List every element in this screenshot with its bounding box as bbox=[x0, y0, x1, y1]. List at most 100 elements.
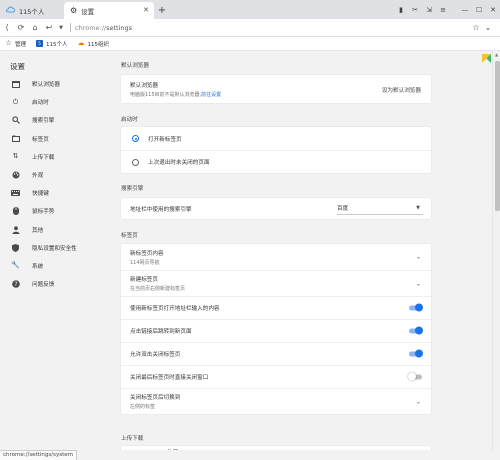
sidebar-item-label: 系统 bbox=[32, 263, 44, 270]
sidebar-item-label: 标签页 bbox=[32, 136, 49, 143]
tab-label: 设置 bbox=[81, 7, 95, 16]
close-window-button[interactable]: ✕ bbox=[486, 6, 500, 14]
default-browser-row: 默认浏览器 电脑版115目前不是默认浏览器,前往设置 设为默认浏览器 bbox=[121, 75, 431, 103]
startup-option-restore[interactable]: 上次退出时未关闭的页面 bbox=[121, 150, 431, 173]
bookmark-115-org[interactable]: ☁ 115组织 bbox=[78, 40, 110, 48]
back-icon[interactable]: ⟨ bbox=[0, 23, 14, 32]
section-title-tabs: 标签页 bbox=[121, 233, 138, 239]
sidebar-item-label: 其他 bbox=[32, 227, 44, 234]
sidebar-item-label: 隐私设置和安全性 bbox=[32, 245, 77, 252]
sidebar-item-mouse-gestures[interactable]: 鼠标手势 bbox=[0, 202, 112, 220]
transfer-icon: ⇅ bbox=[12, 152, 19, 161]
close-icon[interactable]: ✕ bbox=[143, 6, 149, 14]
sidebar-item-label: 外观 bbox=[32, 173, 44, 180]
row-title: 关闭最后标签页时直接关闭窗口 bbox=[130, 375, 209, 381]
address-bar: ⟨ ⟳ ⌂ ↩ ▼ chrome://settings ☆ ⌄ bbox=[0, 19, 500, 37]
link-new-page-row: 点击链接后跳转到新页面 bbox=[121, 319, 431, 342]
chevron-down-icon[interactable]: ⌄ bbox=[416, 398, 421, 405]
section-title-downloads: 上传下载 bbox=[121, 436, 144, 442]
chevron-down-icon[interactable]: ⌄ bbox=[482, 23, 494, 32]
sidebar-item-other[interactable]: 其他 bbox=[0, 221, 112, 239]
sidebar-item-label: 启动时 bbox=[32, 100, 49, 107]
sidebar-item-label: 快捷键 bbox=[32, 191, 49, 198]
tab-settings[interactable]: ⚙ 设置 ✕ bbox=[64, 2, 154, 19]
cut-icon[interactable]: ✂ bbox=[408, 6, 422, 14]
search-engine-select[interactable]: 百度 ▼ bbox=[337, 203, 423, 215]
row-subtitle: 在当前页右侧新建标签页 bbox=[130, 286, 186, 292]
default-browser-card: 默认浏览器 电脑版115目前不是默认浏览器,前往设置 设为默认浏览器 bbox=[121, 75, 431, 103]
minimize-button[interactable]: — bbox=[458, 6, 472, 14]
svg-text:?: ? bbox=[14, 281, 17, 288]
bookmark-manage[interactable]: ☆ 管理 bbox=[5, 40, 26, 48]
sidebar-item-label: 搜索引擎 bbox=[32, 118, 55, 125]
row-title: 默认浏览器 bbox=[130, 82, 158, 89]
tabs-card: 新标签页内容 114网页导航 ⌄ 新建标签页 在当前页右侧新建标签页 ⌄ 使用新… bbox=[121, 244, 431, 414]
sidebar-item-shortcuts[interactable]: 快捷键 bbox=[0, 184, 112, 202]
gear-icon: ⚙ bbox=[70, 5, 78, 15]
toggle-switch-off[interactable] bbox=[408, 372, 422, 381]
sidebar-item-search-engine[interactable]: 搜索引擎 bbox=[0, 111, 112, 129]
row-title: 点击链接后跳转到新页面 bbox=[130, 329, 192, 335]
bookmark-115-personal[interactable]: 5 115个人 bbox=[36, 40, 68, 48]
power-icon: ⏻ bbox=[12, 97, 19, 106]
go-settings-link[interactable]: 前往设置 bbox=[201, 92, 221, 98]
radio-unselected[interactable] bbox=[132, 158, 139, 166]
cloud-icon: ☁ bbox=[77, 39, 85, 47]
page-scrollbar[interactable]: ▲ ▼ bbox=[492, 51, 500, 460]
toggle-switch-on[interactable] bbox=[409, 349, 423, 358]
startup-option-new-tab[interactable]: 打开新标签页 bbox=[121, 127, 431, 150]
sidebar-item-downloads[interactable]: ⇅ 上传下载 bbox=[0, 148, 112, 166]
sidebar-item-label: 问题反馈 bbox=[32, 282, 55, 289]
person-icon bbox=[11, 225, 20, 234]
maximize-button[interactable]: ☐ bbox=[472, 6, 486, 14]
row-subtitle: 电脑版115目前不是默认浏览器,前往设置 bbox=[130, 91, 222, 98]
status-url: chrome://settings/system bbox=[0, 450, 77, 460]
radio-selected[interactable] bbox=[132, 135, 139, 142]
bookmark-star-icon[interactable]: ☆ bbox=[470, 23, 482, 32]
url-field[interactable]: chrome://settings bbox=[75, 24, 470, 32]
sidebar-item-startup[interactable]: ⏻ 启动时 bbox=[0, 93, 112, 111]
section-title-default-browser: 默认浏览器 bbox=[121, 63, 149, 69]
keyboard-icon bbox=[11, 189, 20, 198]
palette-icon bbox=[11, 171, 20, 180]
sidebar-item-privacy[interactable]: 隐私设置和安全性 bbox=[0, 239, 112, 257]
sidebar-title: 设置 bbox=[10, 62, 25, 71]
tab-115[interactable]: 115个人 bbox=[0, 2, 64, 19]
double-click-close-row: 允许双击关闭标签页 bbox=[121, 342, 431, 365]
new-tab-position-row[interactable]: 新建标签页 在当前页右侧新建标签页 ⌄ bbox=[121, 270, 431, 296]
window-controls: ▮ ✂ ⇲ ≡ — ☐ ✕ bbox=[394, 0, 500, 19]
toggle-switch-on[interactable] bbox=[409, 303, 423, 312]
divider bbox=[70, 23, 71, 32]
sidebar-item-default-browser[interactable]: 默认浏览器 bbox=[0, 75, 112, 93]
reload-icon[interactable]: ⟳ bbox=[14, 23, 28, 32]
after-close-switch-row[interactable]: 关闭标签页后切换到 左侧的标签 ⌄ bbox=[121, 388, 431, 414]
set-default-button[interactable]: 设为默认浏览器 bbox=[382, 86, 421, 94]
sidebar-item-label: 默认浏览器 bbox=[32, 82, 60, 89]
dropdown-icon[interactable]: ▼ bbox=[56, 25, 66, 31]
new-tab-button[interactable]: + bbox=[154, 2, 170, 19]
undo-icon[interactable]: ↩ bbox=[42, 23, 56, 32]
toggle-switch-on[interactable] bbox=[409, 326, 423, 335]
menu-icon[interactable]: ≡ bbox=[436, 6, 450, 14]
section-title-startup: 启动时 bbox=[121, 117, 138, 123]
sidebar-toggle-icon[interactable]: ▮ bbox=[394, 6, 408, 14]
sidebar-item-feedback[interactable]: ? 问题反馈 bbox=[0, 275, 112, 293]
scrollbar-thumb[interactable] bbox=[494, 61, 500, 211]
search-engine-row: 地址栏中使用的搜索引擎 百度 ▼ bbox=[121, 198, 431, 219]
tab-icon bbox=[11, 134, 20, 143]
search-card: 地址栏中使用的搜索引擎 百度 ▼ bbox=[121, 198, 431, 219]
url-scheme: chrome:// bbox=[75, 23, 107, 32]
section-title-search: 搜索引擎 bbox=[121, 186, 144, 192]
browser-icon bbox=[11, 80, 20, 89]
star-icon: ☆ bbox=[5, 39, 12, 47]
sidebar-item-system[interactable]: 🔧 系统 bbox=[0, 257, 112, 275]
chevron-down-icon[interactable]: ⌄ bbox=[416, 280, 421, 287]
scroll-up-icon[interactable]: ▲ bbox=[493, 51, 500, 59]
sidebar-item-tabs[interactable]: 标签页 bbox=[0, 130, 112, 148]
chevron-down-icon[interactable]: ⌄ bbox=[416, 254, 421, 261]
new-tab-content-row[interactable]: 新标签页内容 114网页导航 ⌄ bbox=[121, 244, 431, 270]
row-title: 使用新标签页打开地址栏输入的内容 bbox=[130, 306, 220, 312]
restore-icon[interactable]: ⇲ bbox=[422, 6, 436, 14]
sidebar-item-appearance[interactable]: 外观 bbox=[0, 166, 112, 184]
home-icon[interactable]: ⌂ bbox=[28, 23, 42, 32]
